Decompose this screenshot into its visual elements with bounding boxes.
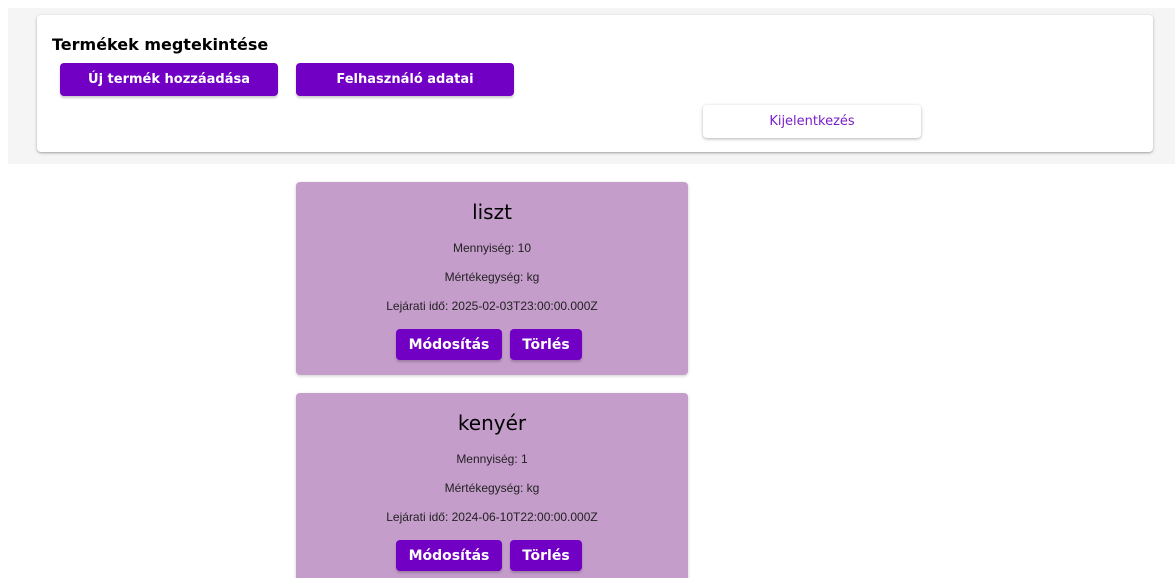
product-name: liszt xyxy=(472,200,512,224)
product-unit: Mértékegység: kg xyxy=(444,481,540,495)
user-data-button[interactable]: Felhasználó adatai xyxy=(296,63,514,96)
product-expiry: Lejárati idő: 2024-06-10T22:00:00.000Z xyxy=(386,510,598,524)
product-quantity: Mennyiség: 1 xyxy=(456,452,528,466)
product-card: kenyér Mennyiség: 1 Mértékegység: kg Lej… xyxy=(296,393,688,578)
page: Termékek megtekintése Új termék hozzáadá… xyxy=(0,0,1175,578)
header-card: Termékek megtekintése Új termék hozzáadá… xyxy=(37,15,1153,152)
product-unit: Mértékegység: kg xyxy=(444,270,540,284)
delete-product-button[interactable]: Törlés xyxy=(510,540,582,571)
product-name: kenyér xyxy=(457,411,527,435)
add-product-button[interactable]: Új termék hozzáadása xyxy=(60,63,278,96)
delete-product-button[interactable]: Törlés xyxy=(510,329,582,360)
edit-product-button[interactable]: Módosítás xyxy=(396,540,502,571)
product-quantity: Mennyiség: 10 xyxy=(452,241,532,255)
product-expiry: Lejárati idő: 2025-02-03T23:00:00.000Z xyxy=(386,299,598,313)
product-card: liszt Mennyiség: 10 Mértékegység: kg Lej… xyxy=(296,182,688,375)
page-title: Termékek megtekintése xyxy=(52,35,269,54)
logout-button[interactable]: Kijelentkezés xyxy=(703,105,921,138)
edit-product-button[interactable]: Módosítás xyxy=(396,329,502,360)
